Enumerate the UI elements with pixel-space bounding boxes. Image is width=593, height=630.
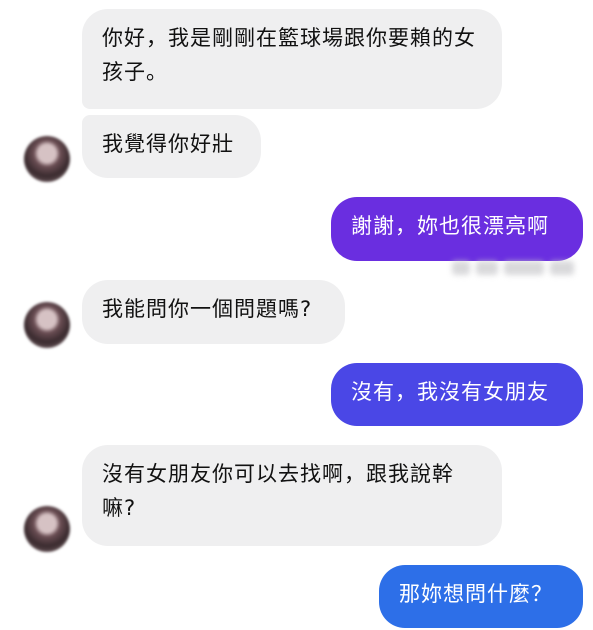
contact-avatar[interactable]: [24, 136, 70, 182]
incoming-message[interactable]: 你好，我是剛剛在籃球場跟你要賴的女孩子。: [82, 9, 502, 109]
outgoing-message[interactable]: 謝謝，妳也很漂亮啊: [331, 197, 583, 261]
incoming-message[interactable]: 我覺得你好壯: [82, 115, 261, 178]
incoming-message[interactable]: 沒有女朋友你可以去找啊，跟我說幹嘛?: [82, 445, 502, 546]
contact-avatar[interactable]: [24, 302, 70, 348]
outgoing-message[interactable]: 那妳想問什麼？: [379, 565, 583, 628]
incoming-message[interactable]: 我能問你一個問題嗎?: [82, 280, 345, 344]
contact-avatar[interactable]: [24, 506, 70, 552]
outgoing-message[interactable]: 沒有，我沒有女朋友: [331, 363, 583, 426]
blurred-read-receipt: [452, 255, 574, 281]
